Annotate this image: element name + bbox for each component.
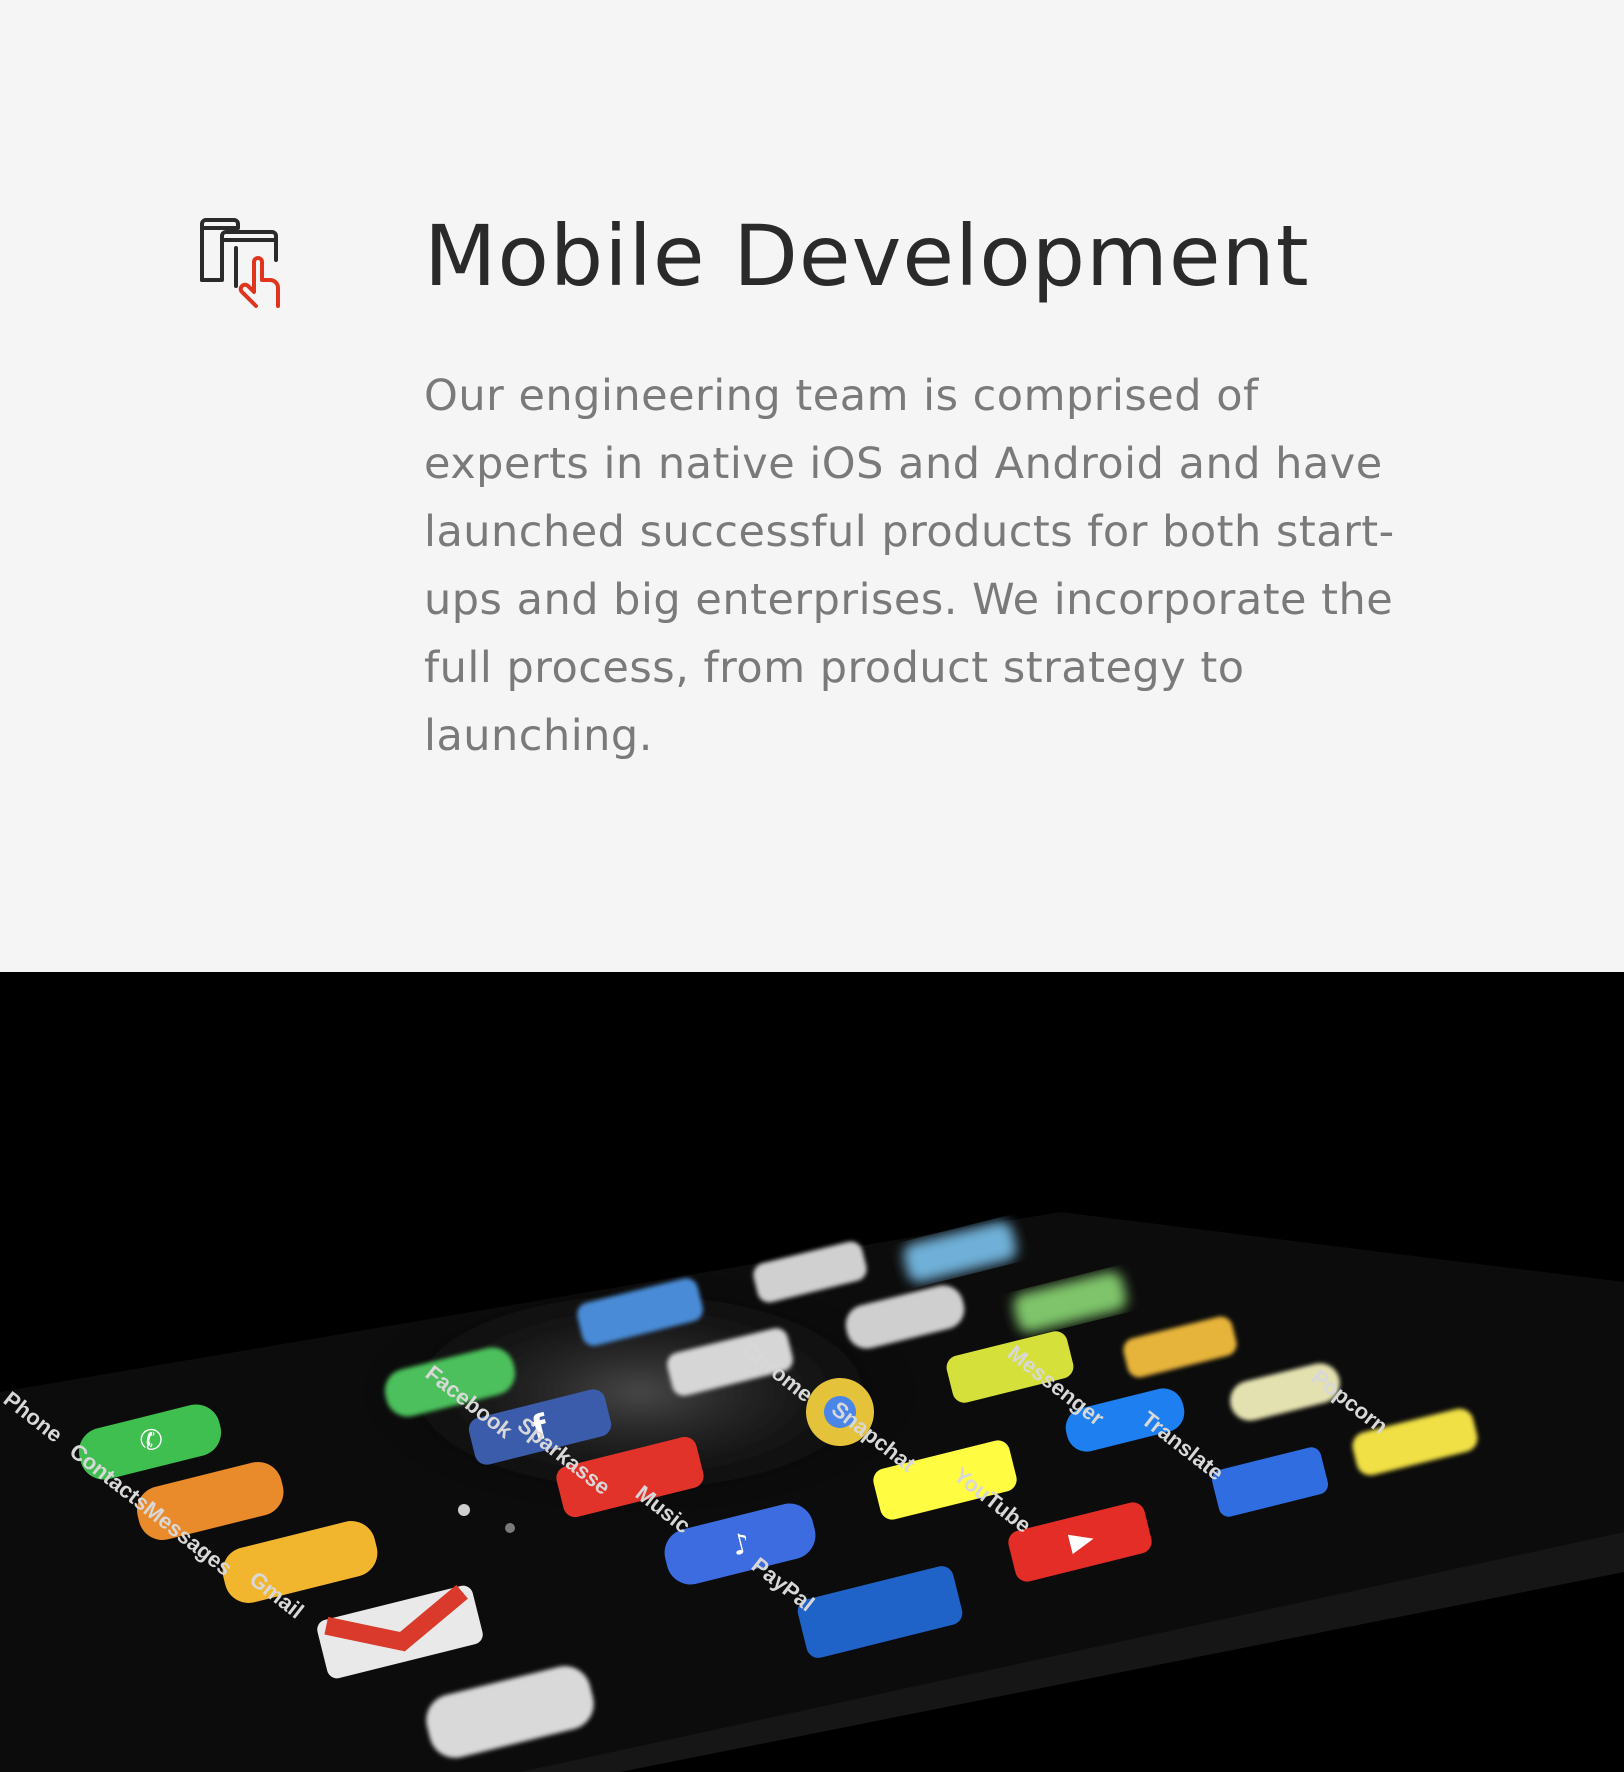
- page-title: Mobile Development: [424, 207, 1310, 305]
- service-section: Mobile Development Our engineering team …: [0, 0, 1624, 972]
- hero-image: ✆ f ♪ Phone Contacts Messages Gmail Face…: [0, 972, 1624, 1772]
- smartphone-app-grid-photo: ✆ f ♪ Phone Contacts Messages Gmail Face…: [0, 972, 1624, 1772]
- service-description: Our engineering team is comprised of exp…: [424, 371, 1395, 761]
- mobile-touch-icon: [196, 214, 292, 310]
